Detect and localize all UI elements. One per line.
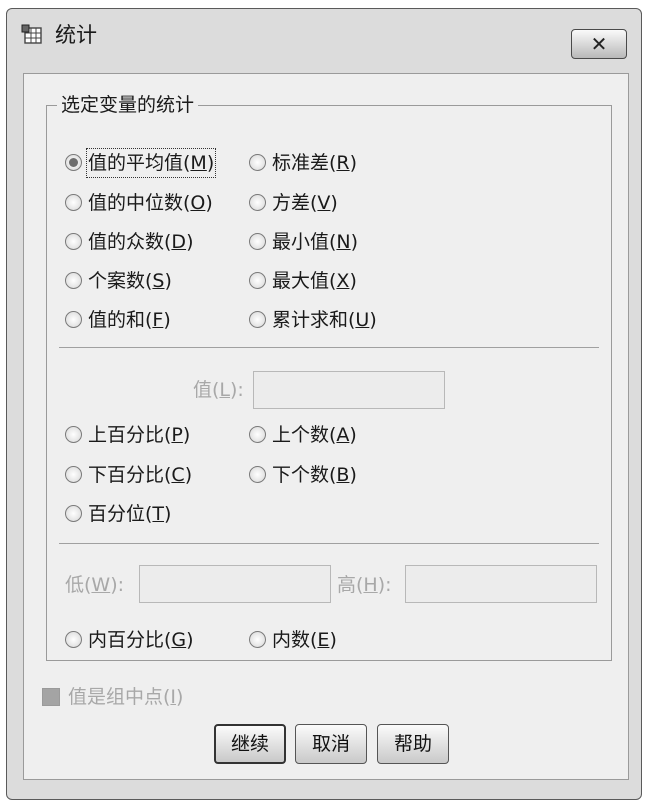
dialog-body: 选定变量的统计 值(L): 低(W): 高(H): 值的平均值(M) 标准差(R)… (23, 73, 629, 780)
radio-button-icon[interactable] (249, 154, 266, 171)
radio-std-dev[interactable]: 标准差(R) (249, 150, 357, 176)
value-input[interactable] (253, 371, 445, 409)
radio-label: 内百分比(G) (88, 629, 194, 651)
radio-button-icon[interactable] (65, 466, 82, 483)
radio-label: 方差(V) (272, 192, 338, 214)
midpoint-checkbox[interactable]: 值是组中点(I) (42, 684, 183, 710)
radio-label: 下个数(B) (272, 464, 357, 486)
radio-label: 个案数(S) (88, 270, 172, 292)
radio-within-count[interactable]: 内数(E) (249, 627, 337, 653)
radio-button-icon[interactable] (249, 194, 266, 211)
radio-label: 下百分比(C) (88, 464, 193, 486)
window-title: 统计 (55, 23, 97, 47)
statistics-dialog: 统计 ✕ 选定变量的统计 值(L): 低(W): 高(H): 值的平均值(M) 标… (6, 8, 642, 800)
group-legend: 选定变量的统计 (57, 92, 199, 118)
radio-label: 上百分比(P) (88, 424, 191, 446)
radio-case-count[interactable]: 个案数(S) (65, 268, 172, 294)
radio-label: 值的中位数(O) (88, 192, 213, 214)
radio-button-icon[interactable] (249, 631, 266, 648)
radio-label: 内数(E) (272, 629, 337, 651)
radio-label: 最大值(X) (272, 270, 357, 292)
close-icon: ✕ (590, 32, 608, 56)
high-input[interactable] (405, 565, 597, 603)
radio-button-icon[interactable] (249, 311, 266, 328)
radio-label: 上个数(A) (272, 424, 357, 446)
radio-mode[interactable]: 值的众数(D) (65, 229, 193, 255)
title-bar: 统计 ✕ (7, 9, 641, 63)
checkbox-label: 值是组中点(I) (68, 686, 184, 708)
separator (59, 347, 599, 348)
radio-button-icon[interactable] (249, 233, 266, 250)
continue-button[interactable]: 继续 (214, 724, 286, 764)
close-button[interactable]: ✕ (571, 29, 627, 59)
radio-button-icon[interactable] (65, 194, 82, 211)
radio-percentile[interactable]: 百分位(T) (65, 501, 171, 527)
radio-button-icon[interactable] (65, 631, 82, 648)
radio-label: 标准差(R) (272, 152, 358, 174)
radio-minimum[interactable]: 最小值(N) (249, 229, 358, 255)
radio-button-icon[interactable] (65, 233, 82, 250)
radio-mean[interactable]: 值的平均值(M) (65, 148, 217, 178)
radio-above-count[interactable]: 上个数(A) (249, 422, 357, 448)
separator (59, 543, 599, 544)
radio-variance[interactable]: 方差(V) (249, 190, 338, 216)
radio-button-icon[interactable] (249, 426, 266, 443)
radio-label: 百分位(T) (88, 503, 172, 525)
radio-button-icon[interactable] (249, 466, 266, 483)
statistics-group: 选定变量的统计 值(L): 低(W): 高(H): 值的平均值(M) 标准差(R)… (46, 92, 612, 661)
radio-button-icon[interactable] (65, 272, 82, 289)
radio-maximum[interactable]: 最大值(X) (249, 268, 357, 294)
radio-button-icon[interactable] (249, 272, 266, 289)
high-field-label: 高(H): (337, 574, 392, 596)
radio-label: 最小值(N) (272, 231, 359, 253)
cancel-button[interactable]: 取消 (295, 724, 367, 764)
radio-button-icon[interactable] (65, 426, 82, 443)
low-field-label: 低(W): (65, 574, 125, 596)
radio-sum[interactable]: 值的和(F) (65, 307, 171, 333)
radio-median[interactable]: 值的中位数(O) (65, 190, 213, 216)
radio-above-percent[interactable]: 上百分比(P) (65, 422, 190, 448)
radio-below-percent[interactable]: 下百分比(C) (65, 462, 192, 488)
radio-label: 累计求和(U) (272, 309, 377, 331)
radio-button-icon[interactable] (65, 311, 82, 328)
radio-label: 值的和(F) (88, 309, 171, 331)
radio-button-icon[interactable] (65, 154, 82, 171)
low-input[interactable] (139, 565, 331, 603)
radio-label: 值的众数(D) (88, 231, 194, 253)
radio-label: 值的平均值(M) (85, 148, 217, 178)
help-button[interactable]: 帮助 (377, 724, 449, 764)
radio-below-count[interactable]: 下个数(B) (249, 462, 357, 488)
value-field-label: 值(L): (193, 379, 244, 401)
radio-button-icon[interactable] (65, 505, 82, 522)
checkbox-box[interactable] (42, 688, 60, 706)
app-icon (21, 24, 43, 46)
radio-within-percent[interactable]: 内百分比(G) (65, 627, 194, 653)
radio-cumulative-sum[interactable]: 累计求和(U) (249, 307, 377, 333)
